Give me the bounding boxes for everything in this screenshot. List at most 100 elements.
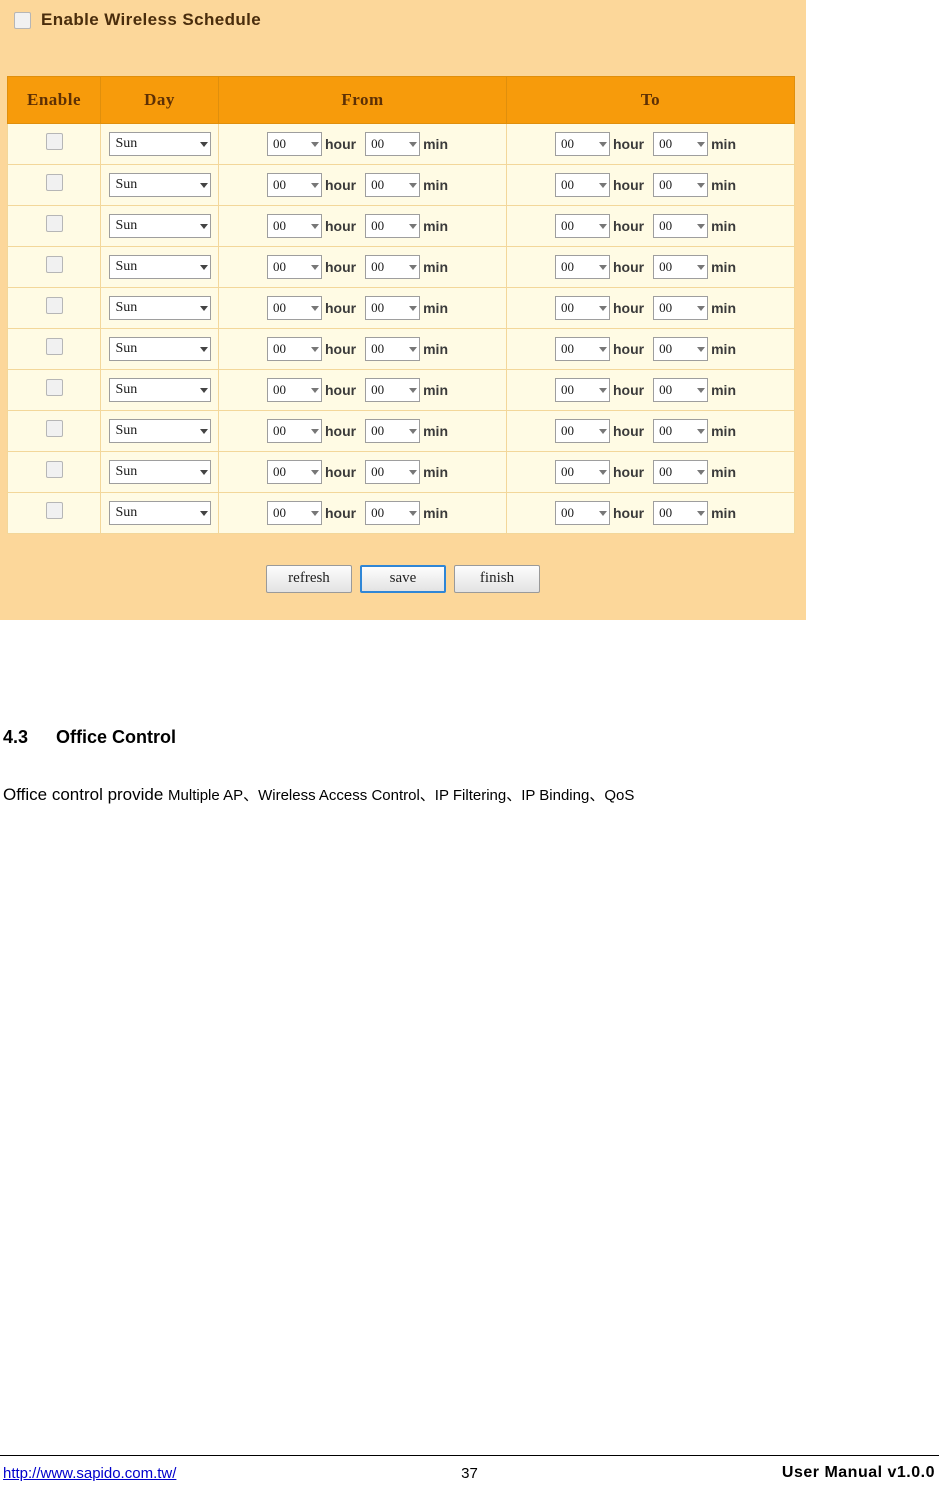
row-enable-checkbox[interactable]: [45, 338, 63, 355]
from-hour-select[interactable]: 00: [267, 501, 322, 525]
day-select[interactable]: Sun: [108, 460, 211, 484]
day-select[interactable]: Sun: [108, 501, 211, 525]
row-from-cell[interactable]: 00 hour 00 min: [218, 246, 507, 288]
row-enable-checkbox[interactable]: [45, 461, 63, 478]
row-day-cell[interactable]: Sun: [100, 246, 219, 288]
row-enable-cell[interactable]: [7, 205, 101, 247]
row-day-cell[interactable]: Sun: [100, 123, 219, 165]
from-min-select[interactable]: 00: [365, 501, 421, 525]
row-day-cell[interactable]: Sun: [100, 205, 219, 247]
to-min-select[interactable]: 00: [653, 296, 709, 320]
row-enable-cell[interactable]: [7, 410, 101, 452]
day-select[interactable]: Sun: [108, 173, 211, 197]
day-select[interactable]: Sun: [108, 296, 211, 320]
from-hour-select[interactable]: 00: [267, 132, 322, 156]
to-min-select[interactable]: 00: [653, 255, 709, 279]
day-select[interactable]: Sun: [108, 255, 211, 279]
to-min-select[interactable]: 00: [653, 378, 709, 402]
row-enable-checkbox[interactable]: [45, 256, 63, 273]
to-hour-select[interactable]: 00: [555, 132, 610, 156]
to-min-select[interactable]: 00: [653, 214, 709, 238]
to-min-select[interactable]: 00: [653, 419, 709, 443]
row-to-cell[interactable]: 00 hour 00 min: [506, 328, 795, 370]
row-enable-checkbox[interactable]: [45, 174, 63, 191]
row-from-cell[interactable]: 00 hour 00 min: [218, 451, 507, 493]
from-min-select[interactable]: 00: [365, 296, 421, 320]
row-enable-cell[interactable]: [7, 328, 101, 370]
enable-wireless-schedule-checkbox[interactable]: [14, 11, 31, 29]
from-hour-select[interactable]: 00: [267, 378, 322, 402]
to-hour-select[interactable]: 00: [555, 501, 610, 525]
enable-wireless-schedule-row[interactable]: Enable Wireless Schedule: [14, 10, 261, 30]
to-hour-select[interactable]: 00: [555, 214, 610, 238]
from-hour-select[interactable]: 00: [267, 173, 322, 197]
day-select[interactable]: Sun: [108, 132, 211, 156]
row-enable-cell[interactable]: [7, 123, 101, 165]
row-day-cell[interactable]: Sun: [100, 410, 219, 452]
from-hour-select[interactable]: 00: [267, 460, 322, 484]
from-hour-select[interactable]: 00: [267, 337, 322, 361]
from-hour-select[interactable]: 00: [267, 419, 322, 443]
from-min-select[interactable]: 00: [365, 337, 421, 361]
row-from-cell[interactable]: 00 hour 00 min: [218, 164, 507, 206]
row-enable-cell[interactable]: [7, 164, 101, 206]
day-select[interactable]: Sun: [108, 378, 211, 402]
from-min-select[interactable]: 00: [365, 378, 421, 402]
from-min-select[interactable]: 00: [365, 173, 421, 197]
from-hour-select[interactable]: 00: [267, 296, 322, 320]
row-to-cell[interactable]: 00 hour 00 min: [506, 410, 795, 452]
finish-button[interactable]: finish: [454, 565, 540, 593]
to-hour-select[interactable]: 00: [555, 378, 610, 402]
row-day-cell[interactable]: Sun: [100, 287, 219, 329]
to-min-select[interactable]: 00: [653, 501, 709, 525]
row-enable-checkbox[interactable]: [45, 133, 63, 150]
row-from-cell[interactable]: 00 hour 00 min: [218, 123, 507, 165]
to-hour-select[interactable]: 00: [555, 419, 610, 443]
row-to-cell[interactable]: 00 hour 00 min: [506, 492, 795, 534]
row-to-cell[interactable]: 00 hour 00 min: [506, 123, 795, 165]
from-min-select[interactable]: 00: [365, 255, 421, 279]
row-day-cell[interactable]: Sun: [100, 164, 219, 206]
row-from-cell[interactable]: 00 hour 00 min: [218, 369, 507, 411]
row-day-cell[interactable]: Sun: [100, 369, 219, 411]
row-from-cell[interactable]: 00 hour 00 min: [218, 205, 507, 247]
row-to-cell[interactable]: 00 hour 00 min: [506, 451, 795, 493]
from-hour-select[interactable]: 00: [267, 255, 322, 279]
from-min-select[interactable]: 00: [365, 460, 421, 484]
to-hour-select[interactable]: 00: [555, 337, 610, 361]
row-from-cell[interactable]: 00 hour 00 min: [218, 328, 507, 370]
row-enable-cell[interactable]: [7, 492, 101, 534]
row-enable-cell[interactable]: [7, 451, 101, 493]
row-day-cell[interactable]: Sun: [100, 492, 219, 534]
from-min-select[interactable]: 00: [365, 214, 421, 238]
to-hour-select[interactable]: 00: [555, 255, 610, 279]
row-to-cell[interactable]: 00 hour 00 min: [506, 369, 795, 411]
row-day-cell[interactable]: Sun: [100, 451, 219, 493]
day-select[interactable]: Sun: [108, 214, 211, 238]
row-enable-cell[interactable]: [7, 287, 101, 329]
to-min-select[interactable]: 00: [653, 173, 709, 197]
from-min-select[interactable]: 00: [365, 132, 421, 156]
from-hour-select[interactable]: 00: [267, 214, 322, 238]
to-hour-select[interactable]: 00: [555, 173, 610, 197]
refresh-button[interactable]: refresh: [266, 565, 352, 593]
row-from-cell[interactable]: 00 hour 00 min: [218, 410, 507, 452]
to-hour-select[interactable]: 00: [555, 460, 610, 484]
from-min-select[interactable]: 00: [365, 419, 421, 443]
to-min-select[interactable]: 00: [653, 337, 709, 361]
to-min-select[interactable]: 00: [653, 132, 709, 156]
row-enable-checkbox[interactable]: [45, 502, 63, 519]
row-enable-checkbox[interactable]: [45, 297, 63, 314]
row-enable-checkbox[interactable]: [45, 215, 63, 232]
row-enable-cell[interactable]: [7, 246, 101, 288]
row-to-cell[interactable]: 00 hour 00 min: [506, 205, 795, 247]
row-enable-cell[interactable]: [7, 369, 101, 411]
save-button[interactable]: save: [360, 565, 446, 593]
to-min-select[interactable]: 00: [653, 460, 709, 484]
row-to-cell[interactable]: 00 hour 00 min: [506, 246, 795, 288]
row-to-cell[interactable]: 00 hour 00 min: [506, 287, 795, 329]
row-to-cell[interactable]: 00 hour 00 min: [506, 164, 795, 206]
row-day-cell[interactable]: Sun: [100, 328, 219, 370]
row-enable-checkbox[interactable]: [45, 379, 63, 396]
row-from-cell[interactable]: 00 hour 00 min: [218, 492, 507, 534]
